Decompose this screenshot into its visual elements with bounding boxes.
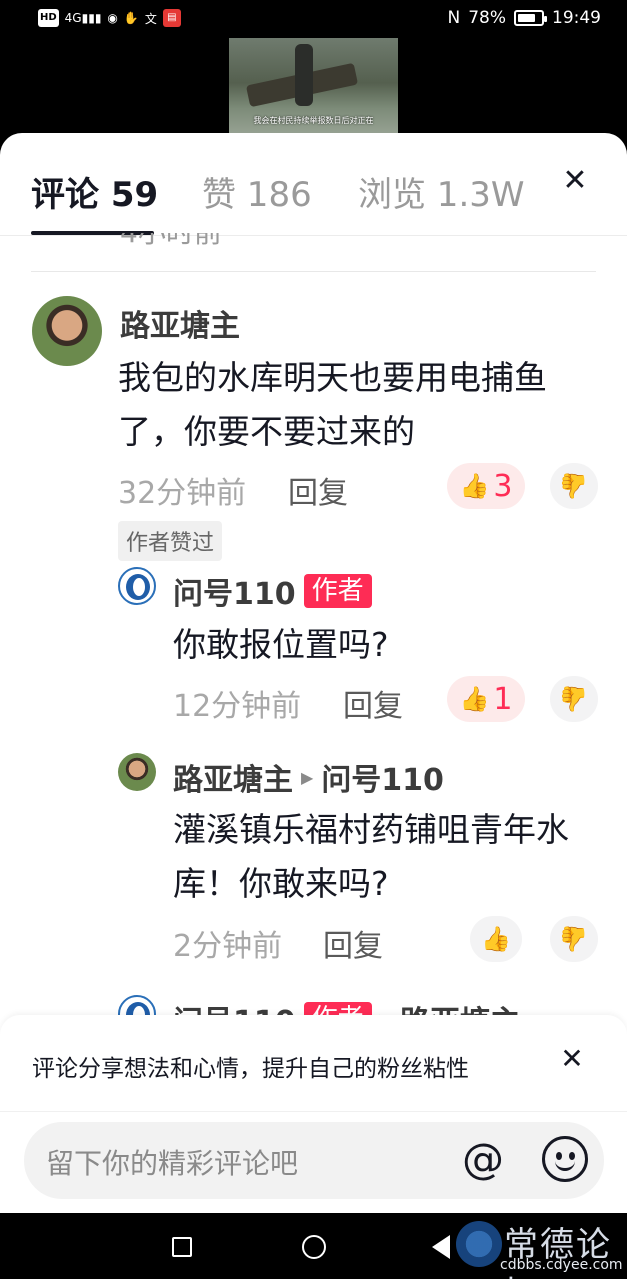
comment-text: 我包的水库明天也要用电捕鱼了，你要不要过来的: [118, 358, 547, 451]
avatar[interactable]: [118, 753, 156, 791]
reply-button[interactable]: 回复: [343, 681, 403, 725]
video-thumbnail[interactable]: 我会在村民持续举报数日后对正在: [229, 38, 398, 138]
author-name: 路亚塘主: [120, 309, 240, 344]
mention-icon[interactable]: @: [462, 1134, 504, 1184]
dislike-button[interactable]: 👍: [550, 463, 598, 509]
input-placeholder: 留下你的精彩评论吧: [46, 1147, 299, 1180]
avatar-logo-inner: [133, 578, 145, 596]
like-button[interactable]: 👍: [470, 916, 522, 962]
thumbs-up-icon: 👍: [459, 472, 490, 500]
tab-comments[interactable]: 评论 59: [31, 167, 158, 216]
dislike-button[interactable]: 👍: [550, 676, 598, 722]
tab-views[interactable]: 浏览 1.3W: [358, 167, 525, 216]
book-icon: ▤: [162, 9, 181, 27]
comment-input[interactable]: 留下你的精彩评论吧 @: [24, 1122, 604, 1199]
nfc-icon: N: [447, 8, 461, 28]
video-caption: 我会在村民持续举报数日后对正在: [253, 116, 374, 125]
like-button[interactable]: 👍 1: [447, 676, 525, 722]
clock: 19:49: [552, 8, 601, 28]
like-count: 1: [493, 681, 513, 717]
status-bar: HD 4G▮▮▮ ◉ ✋ 文 ▤ N 78% 19:49: [0, 0, 627, 38]
translate-icon: 文: [144, 11, 157, 26]
watermark-logo: [456, 1221, 502, 1267]
reply-button[interactable]: 回复: [323, 921, 383, 965]
home-icon[interactable]: [302, 1235, 326, 1259]
comment-separator: [31, 271, 596, 272]
author-name: 路亚塘主: [173, 763, 293, 798]
battery-fill: [518, 14, 535, 22]
comment-author[interactable]: 路亚塘主: [120, 301, 240, 345]
avatar[interactable]: [118, 567, 156, 605]
reply-button[interactable]: 回复: [288, 468, 348, 512]
thumbs-down-icon: 👍: [559, 685, 589, 713]
tabs-divider: [0, 235, 627, 236]
thumbs-up-icon: 👍: [459, 685, 490, 713]
hand-icon: ✋: [123, 11, 139, 25]
battery-percent: 78%: [468, 8, 506, 28]
reply-to-name: 问号110: [321, 763, 444, 798]
back-icon[interactable]: [432, 1235, 450, 1259]
signal-icon: 4G▮▮▮: [64, 11, 102, 25]
thumbs-up-icon: 👍: [481, 925, 511, 953]
emoji-eye-left: [556, 1152, 562, 1160]
thumbs-down-icon: 👍: [559, 472, 589, 500]
dislike-button[interactable]: 👍: [550, 916, 598, 962]
reply-author[interactable]: 问号110 作者: [173, 569, 372, 613]
status-right: N 78% 19:49: [447, 8, 601, 28]
hd-icon: HD: [38, 9, 59, 27]
comments-sheet: 评论 59 赞 186 浏览 1.3W ✕ 4小时前 路亚塘主 我包的水库明天也…: [0, 133, 627, 1213]
reply-time: 2分钟前: [173, 929, 283, 964]
like-button[interactable]: 👍 3: [447, 463, 525, 509]
avatar[interactable]: [32, 296, 102, 366]
reply-time: 12分钟前: [173, 689, 302, 724]
eye-icon: ◉: [107, 11, 118, 25]
author-name: 问号110: [173, 577, 296, 612]
watermark: 常德论坛 cdbbs.cdyee.com: [450, 1215, 623, 1279]
author-badge: 作者: [303, 574, 372, 608]
like-count: 3: [493, 468, 513, 504]
recents-icon[interactable]: [172, 1237, 192, 1257]
author-liked-tag: 作者赞过: [118, 521, 223, 561]
close-icon[interactable]: ✕: [556, 1041, 588, 1077]
comment-time: 32分钟前: [118, 476, 247, 511]
prompt-text: 评论分享想法和心情，提升自己的粉丝粘性: [32, 1056, 469, 1082]
thumbs-down-icon: 👍: [559, 925, 589, 953]
comment-prompt-banner: 评论分享想法和心情，提升自己的粉丝粘性 ✕: [0, 1015, 627, 1111]
system-nav-bar: 常德论坛 cdbbs.cdyee.com: [0, 1213, 627, 1279]
close-icon[interactable]: ✕: [557, 163, 593, 199]
reply-text: 灌溪镇乐福村药铺咀青年水库！你敢来吗?: [173, 810, 569, 903]
status-left-icons: HD 4G▮▮▮ ◉ ✋ 文 ▤: [38, 9, 181, 27]
watermark-url: cdbbs.cdyee.com: [500, 1257, 623, 1273]
tab-likes[interactable]: 赞 186: [202, 167, 312, 216]
emoji-mouth: [555, 1161, 575, 1171]
tab-bar: 评论 59 赞 186 浏览 1.3W ✕: [0, 133, 627, 236]
reply-text: 你敢报位置吗?: [173, 625, 389, 664]
comment-input-bar: 留下你的精彩评论吧 @: [0, 1111, 627, 1213]
reply-arrow-icon: ▶: [301, 767, 314, 787]
emoji-eye-right: [569, 1152, 575, 1160]
video-person-shape: [295, 44, 313, 106]
battery-icon: [514, 10, 547, 26]
emoji-icon[interactable]: [542, 1136, 588, 1182]
reply-author[interactable]: 路亚塘主 ▶ 问号110: [173, 755, 444, 799]
